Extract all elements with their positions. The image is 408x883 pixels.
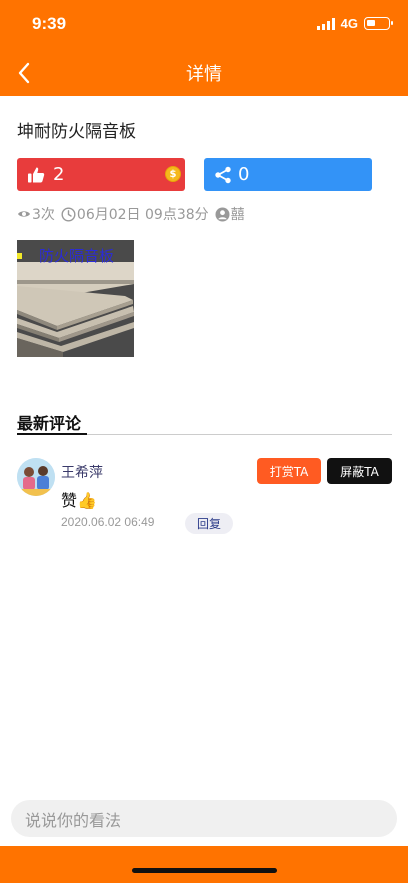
header-bar: 9:39 4G 详情	[0, 0, 408, 96]
post-meta: 3次 06月02日 09点38分 囍	[17, 204, 251, 224]
avatar-image	[17, 458, 55, 496]
like-button[interactable]: 2 $	[17, 158, 185, 191]
product-image[interactable]: 防火隔音板	[17, 240, 134, 357]
status-time: 9:39	[32, 14, 67, 33]
footer-bar	[0, 846, 408, 883]
avatar[interactable]	[17, 458, 55, 496]
post-author: 囍	[230, 207, 245, 223]
share-count: 0	[238, 164, 250, 185]
share-icon	[215, 166, 231, 183]
image-marker	[17, 253, 22, 259]
like-count: 2	[53, 164, 65, 185]
comment-input[interactable]: 说说你的看法	[11, 800, 397, 837]
signal-icon	[316, 17, 335, 30]
post-title: 坤耐防火隔音板	[17, 122, 136, 142]
image-caption: 防火隔音板	[39, 247, 115, 265]
comment-author[interactable]: 王希萍	[61, 462, 103, 482]
battery-icon	[364, 17, 393, 30]
thumbs-up-icon	[28, 167, 45, 182]
home-indicator[interactable]	[132, 868, 277, 873]
coin-icon: $	[165, 166, 181, 182]
page-title: 详情	[186, 64, 222, 85]
post-date: 06月02日 09点38分	[76, 207, 209, 223]
view-count: 3次	[32, 207, 55, 223]
clock-icon	[61, 206, 76, 222]
share-button[interactable]: 0	[204, 158, 372, 191]
network-label: 4G	[340, 16, 358, 31]
comment-time: 2020.06.02 06:49	[61, 515, 155, 529]
comments-heading: 最新评论	[17, 414, 82, 433]
user-icon	[215, 207, 230, 221]
heading-underline	[17, 433, 87, 435]
comment-text: 赞👍	[61, 491, 97, 510]
eye-icon	[18, 211, 30, 217]
reward-button[interactable]: 打赏TA	[257, 458, 321, 484]
reply-button[interactable]: 回复	[185, 513, 233, 534]
block-button[interactable]: 屏蔽TA	[327, 458, 392, 484]
status-indicators: 4G	[316, 16, 393, 31]
